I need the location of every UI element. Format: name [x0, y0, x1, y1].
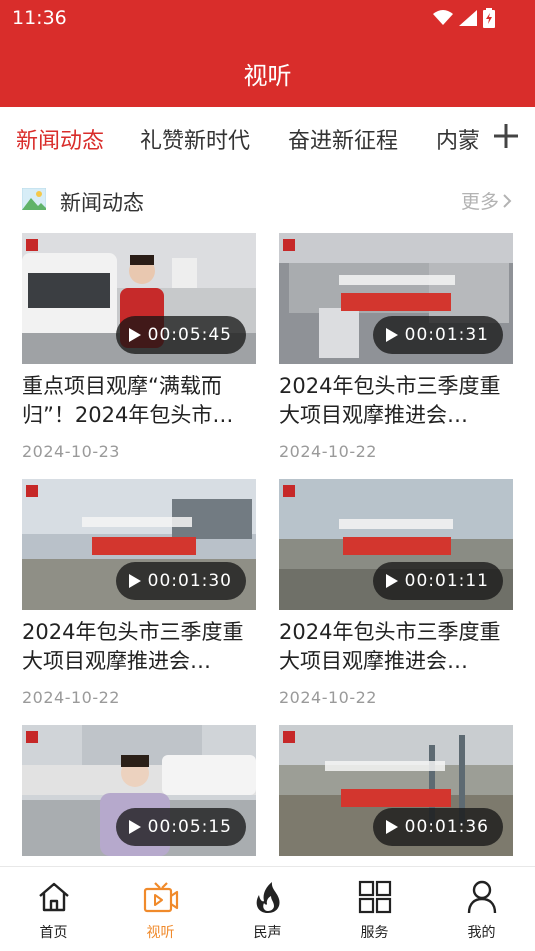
video-duration: 00:05:15	[115, 808, 246, 846]
video-date: 2024-10-22	[279, 442, 377, 461]
video-thumbnail[interactable]: 00:01:11	[279, 479, 513, 610]
video-thumbnail[interactable]: 00:01:36	[279, 725, 513, 856]
play-icon	[128, 820, 141, 834]
video-card[interactable]: 00:01:11 2024年包头市三季度重大项目观摩推进会… 2024-10-2…	[279, 479, 513, 719]
tab-inner-mongolia[interactable]: 内蒙	[436, 123, 480, 155]
video-thumbnail[interactable]: 00:05:15	[22, 725, 256, 856]
play-icon	[385, 574, 398, 588]
play-icon	[128, 328, 141, 342]
video-card[interactable]: 00:01:30 2024年包头市三季度重大项目观摩推进会… 2024-10-2…	[22, 479, 256, 719]
nav-video[interactable]: 视听	[107, 867, 214, 951]
video-duration: 00:01:36	[372, 808, 503, 846]
video-duration: 00:05:45	[115, 316, 246, 354]
video-duration: 00:01:30	[115, 562, 246, 600]
nav-label: 服务	[360, 925, 389, 941]
video-thumbnail[interactable]: 00:01:30	[22, 479, 256, 610]
video-tv-icon	[143, 882, 179, 913]
tab-praise-new-era[interactable]: 礼赞新时代	[140, 123, 250, 155]
video-title[interactable]: 2024年包头市三季度重大项目观摩推进会…	[279, 618, 513, 676]
tab-new-journey[interactable]: 奋进新征程	[288, 123, 398, 155]
wifi-icon	[433, 10, 453, 25]
home-icon	[39, 882, 69, 912]
nav-mine[interactable]: 我的	[428, 867, 535, 951]
flame-icon	[256, 882, 280, 913]
nav-label: 民声	[253, 925, 282, 941]
status-time: 11:36	[12, 7, 67, 29]
section-title: 新闻动态	[60, 191, 144, 215]
battery-icon	[483, 8, 495, 28]
user-icon	[467, 880, 497, 914]
page-title: 视听	[243, 62, 292, 90]
video-card[interactable]: 00:05:15	[22, 725, 256, 856]
video-title[interactable]: 重点项目观摩“满载而归”！2024年包头市…	[22, 372, 256, 430]
play-icon	[385, 820, 398, 834]
category-tabs: 新闻动态 礼赞新时代 奋进新征程 内蒙	[0, 107, 535, 167]
grid-icon	[358, 880, 392, 914]
video-card[interactable]: 00:01:31 2024年包头市三季度重大项目观摩推进会… 2024-10-2…	[279, 233, 513, 473]
add-tab-icon[interactable]	[491, 121, 521, 151]
status-icons	[433, 8, 495, 28]
nav-services[interactable]: 服务	[321, 867, 428, 951]
video-title[interactable]: 2024年包头市三季度重大项目观摩推进会…	[279, 372, 513, 430]
video-title[interactable]: 2024年包头市三季度重大项目观摩推进会…	[22, 618, 256, 676]
video-thumbnail[interactable]: 00:05:45	[22, 233, 256, 364]
play-icon	[128, 574, 141, 588]
video-duration: 00:01:31	[372, 316, 503, 354]
app-header: 11:36 视听	[0, 0, 535, 107]
nav-home[interactable]: 首页	[0, 867, 107, 951]
more-link[interactable]: 更多	[461, 187, 513, 214]
bottom-nav: 首页 视听 民声 服务 我的	[0, 866, 535, 951]
nav-label: 视听	[146, 925, 175, 941]
play-icon	[385, 328, 398, 342]
video-date: 2024-10-23	[22, 442, 120, 461]
image-icon	[22, 188, 46, 210]
video-duration: 00:01:11	[372, 562, 503, 600]
nav-label: 我的	[467, 925, 496, 941]
signal-icon	[459, 10, 477, 26]
nav-label: 首页	[39, 925, 68, 941]
nav-public-voice[interactable]: 民声	[214, 867, 321, 951]
more-label: 更多	[460, 191, 499, 213]
chevron-right-icon	[503, 193, 512, 208]
video-date: 2024-10-22	[22, 688, 120, 707]
video-date: 2024-10-22	[279, 688, 377, 707]
video-card[interactable]: 00:01:36	[279, 725, 513, 856]
video-card[interactable]: 00:05:45 重点项目观摩“满载而归”！2024年包头市… 2024-10-…	[22, 233, 256, 473]
tab-news[interactable]: 新闻动态	[16, 123, 104, 155]
video-thumbnail[interactable]: 00:01:31	[279, 233, 513, 364]
section-header: 新闻动态 更多	[0, 180, 535, 220]
